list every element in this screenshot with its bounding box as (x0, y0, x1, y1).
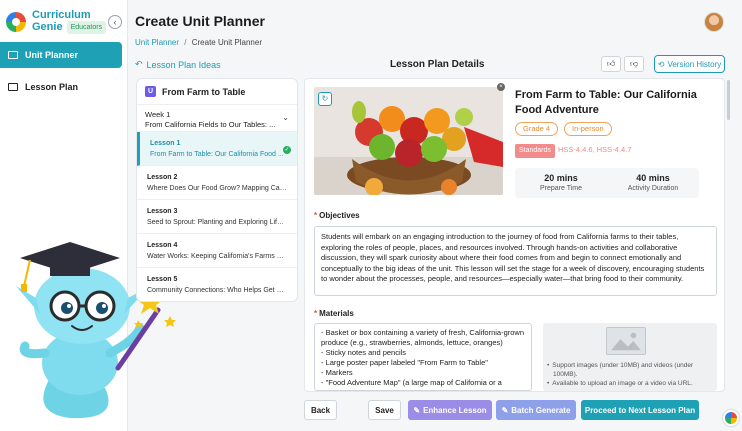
magic-wand-icon: ✎ (501, 405, 509, 415)
breadcrumb-current: Create Unit Planner (191, 38, 262, 47)
page-title: Create Unit Planner (135, 13, 265, 29)
week-label: Week 1 (145, 110, 171, 119)
activity-duration-label: Activity Duration (627, 185, 679, 192)
grade-badge: Grade 4 (515, 122, 559, 136)
check-circle-icon: ✓ (283, 146, 291, 154)
back-arrow-icon: ↶ (135, 59, 143, 69)
lesson-number: Lesson 3 (147, 208, 178, 215)
save-button[interactable]: Save (368, 400, 401, 420)
lesson-title: Where Does Our Food Grow? Mapping Calif.… (147, 185, 287, 192)
lesson-title: Water Works: Keeping California's Farms … (147, 253, 287, 260)
objectives-label: * Objectives (314, 211, 360, 220)
material-line: - Markers (321, 368, 353, 377)
prepare-time-stat: 20 mins Prepare Time (515, 168, 607, 198)
sidebar-item-label: Unit Planner (25, 50, 79, 60)
sidebar-item-lesson-plan[interactable]: Lesson Plan (0, 74, 122, 100)
lesson-number: Lesson 1 (150, 140, 181, 147)
standards-label: Standards (515, 144, 555, 158)
enhance-lesson-button[interactable]: ✎ Enhance Lesson (408, 400, 492, 420)
chevron-left-icon: ‹ (113, 17, 117, 27)
lesson-number: Lesson 5 (147, 276, 178, 283)
batch-generate-button[interactable]: ✎ Batch Generate (496, 400, 576, 420)
lesson-plan-ideas-label: Lesson Plan Ideas (146, 59, 221, 70)
upload-note: Available to upload an image or a video … (552, 379, 717, 388)
materials-label-text: Materials (319, 309, 354, 318)
objectives-textarea[interactable]: Students will embark on an engaging intr… (314, 226, 717, 296)
user-avatar[interactable] (704, 12, 724, 32)
material-line: - Large poster paper labeled "From Farm … (321, 358, 488, 367)
chevron-down-icon: ⌄ (282, 113, 289, 122)
lesson-item-1[interactable]: Lesson 1 From Farm to Table: Our Califor… (137, 132, 297, 166)
close-icon: × (499, 84, 503, 90)
objectives-label-text: Objectives (319, 211, 360, 220)
back-button[interactable]: Back (304, 400, 337, 420)
lesson-item-2[interactable]: Lesson 2 Where Does Our Food Grow? Mappi… (137, 166, 297, 200)
section-title: Lesson Plan Details (390, 59, 485, 70)
collapse-sidebar-button[interactable]: ‹ (108, 15, 122, 29)
unit-icon: U (145, 86, 156, 97)
magic-wand-icon: ✎ (413, 405, 421, 415)
breadcrumb-link-unit-planner[interactable]: Unit Planner (135, 38, 179, 47)
lesson-number: Lesson 2 (147, 174, 178, 181)
prepare-time-value: 20 mins (544, 173, 578, 183)
lesson-title: Community Connections: Who Helps Get Fo.… (147, 287, 287, 294)
breadcrumb: Unit Planner / Create Unit Planner (135, 38, 262, 47)
next-lesson-button[interactable]: Proceed to Next Lesson Plan (581, 400, 699, 420)
lesson-title: Seed to Sprout: Planting and Exploring L… (147, 219, 287, 226)
image-placeholder-icon (606, 327, 646, 355)
material-line: - Sticky notes and pencils (321, 348, 407, 357)
upload-note: Support images (under 10MB) and videos (… (552, 361, 717, 379)
thumbs-down-button[interactable]: 👎︎ (624, 56, 644, 72)
genie-assistant-icon[interactable] (723, 410, 739, 426)
material-line: - Basket or box containing a variety of … (321, 328, 525, 347)
standards-codes: HSS-4.4.6, HSS-4.4.7 (558, 145, 632, 154)
activity-duration-stat: 40 mins Activity Duration (607, 168, 699, 198)
panel-scrollbar[interactable] (727, 80, 730, 120)
regenerate-image-button[interactable]: ↻ (318, 92, 332, 106)
mode-badge: In-person (564, 122, 612, 136)
version-history-button[interactable]: ⟲ Version History (654, 55, 725, 73)
lesson-plan-ideas-link[interactable]: ↶ Lesson Plan Ideas (135, 59, 221, 70)
history-icon: ⟲ (657, 59, 665, 69)
lesson-number: Lesson 4 (147, 242, 178, 249)
thumbs-up-button[interactable]: 👍︎ (601, 56, 621, 72)
brand-name-line2: Genie (32, 21, 63, 33)
activity-duration-value: 40 mins (636, 173, 670, 183)
breadcrumb-separator: / (184, 38, 187, 47)
genie-logo-icon (6, 12, 26, 32)
unit-header: U From Farm to Table (137, 79, 297, 105)
refresh-icon: ↻ (321, 94, 329, 103)
time-stats: 20 mins Prepare Time 40 mins Activity Du… (515, 168, 699, 198)
version-history-label: Version History (667, 59, 722, 69)
app-logo[interactable]: Curriculum Genie Educators (6, 9, 107, 34)
lesson-title-heading: From Farm to Table: Our California Food … (515, 89, 697, 116)
educators-badge: Educators (66, 21, 107, 34)
materials-label: * Materials (314, 309, 354, 318)
material-line: - "Food Adventure Map" (a large map of C… (321, 378, 502, 387)
close-image-button[interactable]: × (497, 83, 505, 91)
lesson-item-5[interactable]: Lesson 5 Community Connections: Who Help… (137, 268, 297, 301)
lesson-list-panel: U From Farm to Table Week 1 From Califor… (136, 78, 298, 302)
lesson-item-4[interactable]: Lesson 4 Water Works: Keeping California… (137, 234, 297, 268)
materials-textarea[interactable]: - Basket or box containing a variety of … (314, 323, 532, 391)
sidebar-item-label: Lesson Plan (25, 82, 79, 92)
thumbs-up-icon: 👍︎ (606, 59, 616, 68)
media-upload-area[interactable]: Support images (under 10MB) and videos (… (543, 323, 717, 391)
sidebar-item-unit-planner[interactable]: Unit Planner (0, 42, 122, 68)
lesson-title: From Farm to Table: Our California Food … (150, 151, 284, 158)
lesson-item-3[interactable]: Lesson 3 Seed to Sprout: Planting and Ex… (137, 200, 297, 234)
unit-title: From Farm to Table (162, 86, 246, 97)
week-accordion[interactable]: Week 1 From California Fields to Our Tab… (137, 105, 297, 132)
brand-name-line1: Curriculum (32, 9, 91, 21)
week-title: From California Fields to Our Tables: ..… (145, 120, 276, 129)
fruit-basket-image (314, 87, 503, 195)
batch-generate-label: Batch Generate (511, 405, 571, 415)
thumbs-down-icon: 👎︎ (629, 59, 639, 68)
book-icon (8, 83, 18, 91)
prepare-time-label: Prepare Time (539, 185, 583, 192)
layout-icon (8, 51, 18, 59)
enhance-lesson-label: Enhance Lesson (423, 405, 487, 415)
upload-notes: Support images (under 10MB) and videos (… (547, 361, 717, 388)
